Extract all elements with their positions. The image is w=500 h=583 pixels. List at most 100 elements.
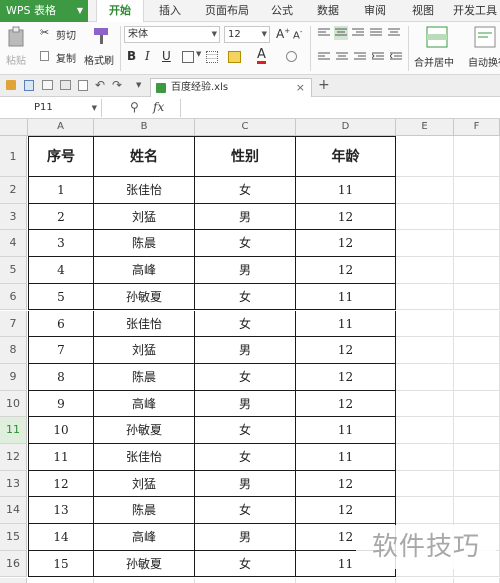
data-cell[interactable]: 11 (296, 310, 396, 338)
data-cell[interactable]: 男 (195, 203, 296, 231)
document-tab[interactable]: 百度经验.xls × (150, 78, 312, 97)
row-header[interactable]: 11 (0, 417, 27, 444)
data-cell[interactable]: 孙敏夏 (94, 283, 195, 311)
cell[interactable] (454, 203, 500, 231)
row-header[interactable]: 15 (0, 524, 27, 551)
cell[interactable] (454, 363, 500, 391)
data-cell[interactable]: 陈晨 (94, 230, 195, 258)
name-box[interactable]: P11 ▼ (0, 99, 102, 117)
data-cell[interactable]: 高峰 (94, 390, 195, 418)
row-header[interactable]: 10 (0, 390, 27, 418)
print-icon[interactable] (42, 80, 53, 90)
align-center-icon[interactable] (334, 26, 348, 40)
cell[interactable] (28, 577, 94, 583)
data-cell[interactable]: 11 (296, 417, 396, 444)
chevron-down-icon[interactable]: ▼ (196, 50, 201, 58)
tab-view[interactable]: 视图 (403, 0, 443, 22)
paste-button[interactable]: 粘贴 (4, 24, 30, 72)
cell[interactable] (454, 310, 500, 338)
function-icon[interactable]: fx (153, 100, 164, 114)
cut-button[interactable]: ✂ 剪切 (40, 26, 82, 42)
zoom-icon[interactable]: ⚲ (130, 100, 139, 114)
cell[interactable] (396, 363, 454, 391)
data-cell[interactable]: 6 (28, 310, 94, 338)
column-header-a[interactable]: A (28, 119, 94, 136)
cell[interactable] (454, 390, 500, 418)
data-cell[interactable]: 孙敏夏 (94, 417, 195, 444)
row-header[interactable]: 9 (0, 363, 27, 391)
formula-input[interactable] (180, 99, 500, 117)
column-header-b[interactable]: B (94, 119, 195, 136)
data-cell[interactable]: 女 (195, 444, 296, 471)
row-header[interactable]: 16 (0, 550, 27, 578)
row-header[interactable]: 17 (0, 577, 27, 583)
cell[interactable] (396, 283, 454, 311)
data-cell[interactable]: 12 (296, 337, 396, 364)
data-cell[interactable]: 女 (195, 310, 296, 338)
data-cell[interactable]: 陈晨 (94, 363, 195, 391)
data-cell[interactable]: 15 (28, 550, 94, 578)
redo-icon[interactable]: ↷ (112, 78, 122, 92)
data-cell[interactable]: 男 (195, 524, 296, 551)
cell[interactable] (195, 577, 296, 583)
data-cell[interactable]: 1 (28, 177, 94, 204)
row-header[interactable]: 4 (0, 230, 27, 258)
row-header[interactable]: 8 (0, 337, 27, 364)
align-right-icon[interactable] (352, 28, 364, 38)
data-cell[interactable]: 女 (195, 230, 296, 258)
data-cell[interactable]: 女 (195, 177, 296, 204)
cell[interactable] (396, 136, 454, 177)
tab-page-layout[interactable]: 页面布局 (198, 0, 256, 22)
font-size-select[interactable]: 12 ▼ (224, 26, 270, 43)
data-cell[interactable]: 高峰 (94, 524, 195, 551)
cell[interactable] (454, 257, 500, 284)
cell[interactable] (454, 177, 500, 204)
data-cell[interactable]: 女 (195, 550, 296, 578)
data-cell[interactable]: 12 (296, 470, 396, 498)
data-cell[interactable]: 女 (195, 497, 296, 525)
cell[interactable] (454, 470, 500, 498)
close-icon[interactable]: × (296, 79, 305, 96)
undo-icon[interactable]: ↶ (95, 78, 105, 92)
data-cell[interactable]: 14 (28, 524, 94, 551)
cell[interactable] (454, 337, 500, 364)
merge-center-button[interactable]: 合并居中 (412, 24, 462, 72)
cell[interactable] (396, 230, 454, 258)
data-cell[interactable]: 孙敏夏 (94, 550, 195, 578)
row-header[interactable]: 14 (0, 497, 27, 525)
data-cell[interactable]: 张佳怡 (94, 310, 195, 338)
align-left-icon[interactable] (318, 52, 330, 62)
format-painter-button[interactable]: 格式刷 (84, 24, 118, 72)
align-middle-icon[interactable] (336, 52, 348, 62)
cell[interactable] (396, 444, 454, 471)
cell[interactable] (396, 577, 454, 583)
data-cell[interactable]: 8 (28, 363, 94, 391)
data-cell[interactable]: 11 (296, 283, 396, 311)
data-cell[interactable]: 陈晨 (94, 497, 195, 525)
header-cell[interactable]: 年龄 (296, 136, 396, 177)
data-cell[interactable]: 2 (28, 203, 94, 231)
data-cell[interactable]: 12 (296, 257, 396, 284)
data-cell[interactable]: 12 (296, 363, 396, 391)
outdent-icon[interactable] (390, 52, 402, 62)
tab-insert[interactable]: 插入 (150, 0, 190, 22)
cell[interactable] (396, 203, 454, 231)
cell[interactable] (454, 283, 500, 311)
data-cell[interactable]: 5 (28, 283, 94, 311)
cell[interactable] (296, 577, 396, 583)
indent-icon[interactable] (372, 52, 384, 62)
header-cell[interactable]: 性别 (195, 136, 296, 177)
data-cell[interactable]: 女 (195, 363, 296, 391)
data-cell[interactable]: 12 (28, 470, 94, 498)
row-header[interactable]: 5 (0, 257, 27, 284)
data-cell[interactable]: 男 (195, 337, 296, 364)
folder-icon[interactable] (6, 80, 16, 90)
grow-font-button[interactable]: A+ (276, 27, 290, 41)
data-cell[interactable]: 刘猛 (94, 337, 195, 364)
cell[interactable] (454, 230, 500, 258)
data-cell[interactable]: 张佳怡 (94, 177, 195, 204)
cell[interactable] (94, 577, 195, 583)
tab-review[interactable]: 审阅 (355, 0, 395, 22)
cell[interactable] (396, 310, 454, 338)
justify-icon[interactable] (370, 28, 382, 38)
